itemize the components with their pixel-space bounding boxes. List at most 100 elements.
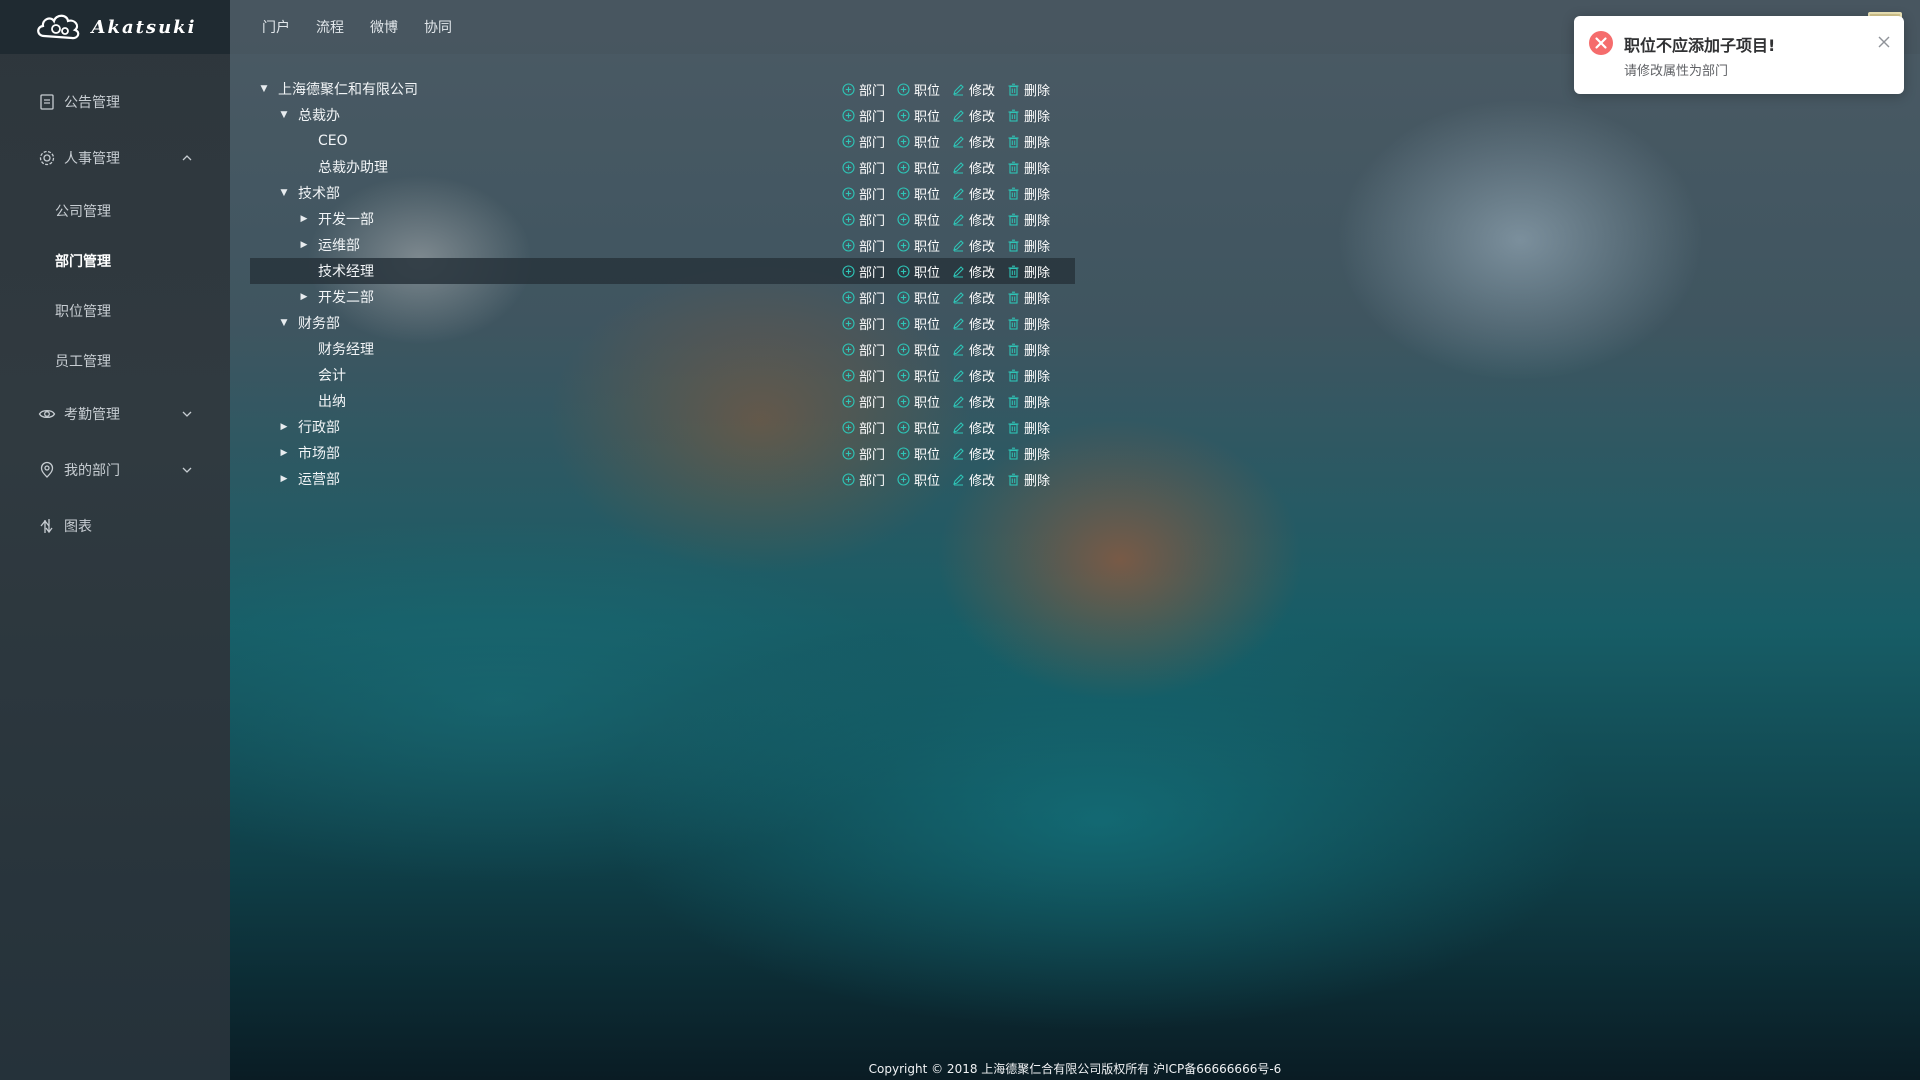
close-icon[interactable] <box>1878 36 1890 48</box>
sidebar-item-hr[interactable]: 人事管理 <box>0 130 230 186</box>
tree-node[interactable]: ▼ 财务部 部门 职位 修改 删除 <box>250 310 1075 336</box>
caret-right-icon[interactable]: ▶ <box>298 291 310 303</box>
add-position-button[interactable]: 职位 <box>897 184 940 203</box>
add-department-button[interactable]: 部门 <box>842 236 885 255</box>
edit-button[interactable]: 修改 <box>952 470 995 489</box>
add-position-button[interactable]: 职位 <box>897 392 940 411</box>
nav-collaboration[interactable]: 协同 <box>424 17 452 37</box>
add-position-button[interactable]: 职位 <box>897 314 940 333</box>
edit-button[interactable]: 修改 <box>952 210 995 229</box>
add-department-button[interactable]: 部门 <box>842 288 885 307</box>
add-position-button[interactable]: 职位 <box>897 132 940 151</box>
edit-button[interactable]: 修改 <box>952 158 995 177</box>
add-position-button[interactable]: 职位 <box>897 262 940 281</box>
add-department-button[interactable]: 部门 <box>842 366 885 385</box>
delete-button[interactable]: 删除 <box>1007 80 1050 99</box>
nav-workflow[interactable]: 流程 <box>316 17 344 37</box>
add-position-button[interactable]: 职位 <box>897 366 940 385</box>
delete-button[interactable]: 删除 <box>1007 340 1050 359</box>
tree-node[interactable]: ▶ 市场部 部门 职位 修改 删除 <box>250 440 1075 466</box>
add-department-button[interactable]: 部门 <box>842 184 885 203</box>
delete-button[interactable]: 删除 <box>1007 418 1050 437</box>
caret-right-icon[interactable]: ▶ <box>298 213 310 225</box>
sidebar-item-my-department[interactable]: 我的部门 <box>0 442 230 498</box>
sidebar-item-employee[interactable]: 员工管理 <box>0 336 230 386</box>
edit-button[interactable]: 修改 <box>952 184 995 203</box>
edit-button[interactable]: 修改 <box>952 418 995 437</box>
edit-button[interactable]: 修改 <box>952 340 995 359</box>
nav-weibo[interactable]: 微博 <box>370 17 398 37</box>
logo[interactable]: Akatsuki <box>0 0 230 54</box>
add-position-button[interactable]: 职位 <box>897 470 940 489</box>
tree-node[interactable]: ▼ 技术部 部门 职位 修改 删除 <box>250 180 1075 206</box>
caret-down-icon[interactable]: ▼ <box>258 83 270 95</box>
delete-button[interactable]: 删除 <box>1007 392 1050 411</box>
caret-right-icon[interactable]: ▶ <box>298 239 310 251</box>
add-position-button[interactable]: 职位 <box>897 210 940 229</box>
edit-button[interactable]: 修改 <box>952 314 995 333</box>
tree-node[interactable]: ▶总裁办助理部门职位修改删除 <box>250 154 1075 180</box>
sidebar-item-charts[interactable]: 图表 <box>0 498 230 554</box>
add-department-button[interactable]: 部门 <box>842 80 885 99</box>
edit-button[interactable]: 修改 <box>952 444 995 463</box>
sidebar-item-announcements[interactable]: 公告管理 <box>0 74 230 130</box>
edit-button[interactable]: 修改 <box>952 288 995 307</box>
tree-node[interactable]: ▶财务经理部门职位修改删除 <box>250 336 1075 362</box>
add-position-button[interactable]: 职位 <box>897 340 940 359</box>
delete-button[interactable]: 删除 <box>1007 106 1050 125</box>
tree-node[interactable]: ▶ 开发二部 部门 职位 修改 删除 <box>250 284 1075 310</box>
tree-node[interactable]: ▶ 运维部 部门 职位 修改 删除 <box>250 232 1075 258</box>
add-position-button[interactable]: 职位 <box>897 106 940 125</box>
delete-button[interactable]: 删除 <box>1007 158 1050 177</box>
add-position-button[interactable]: 职位 <box>897 236 940 255</box>
sidebar-item-position[interactable]: 职位管理 <box>0 286 230 336</box>
edit-button[interactable]: 修改 <box>952 132 995 151</box>
delete-button[interactable]: 删除 <box>1007 470 1050 489</box>
caret-right-icon[interactable]: ▶ <box>278 473 290 485</box>
add-department-button[interactable]: 部门 <box>842 106 885 125</box>
tree-node[interactable]: ▶ 运营部 部门 职位 修改 删除 <box>250 466 1075 492</box>
tree-node[interactable]: ▼ 总裁办 部门 职位 修改 删除 <box>250 102 1075 128</box>
edit-button[interactable]: 修改 <box>952 106 995 125</box>
edit-button[interactable]: 修改 <box>952 236 995 255</box>
nav-portal[interactable]: 门户 <box>262 17 290 37</box>
add-department-button[interactable]: 部门 <box>842 470 885 489</box>
sidebar-item-department[interactable]: 部门管理 <box>0 236 230 286</box>
caret-down-icon[interactable]: ▼ <box>278 109 290 121</box>
delete-button[interactable]: 删除 <box>1007 210 1050 229</box>
add-department-button[interactable]: 部门 <box>842 392 885 411</box>
edit-button[interactable]: 修改 <box>952 366 995 385</box>
delete-button[interactable]: 删除 <box>1007 184 1050 203</box>
edit-button[interactable]: 修改 <box>952 262 995 281</box>
edit-button[interactable]: 修改 <box>952 392 995 411</box>
tree-node[interactable]: ▶ 行政部 部门 职位 修改 删除 <box>250 414 1075 440</box>
caret-down-icon[interactable]: ▼ <box>278 187 290 199</box>
delete-button[interactable]: 删除 <box>1007 314 1050 333</box>
add-department-button[interactable]: 部门 <box>842 132 885 151</box>
tree-node[interactable]: ▶CEO部门职位修改删除 <box>250 128 1075 154</box>
add-department-button[interactable]: 部门 <box>842 444 885 463</box>
delete-button[interactable]: 删除 <box>1007 132 1050 151</box>
edit-button[interactable]: 修改 <box>952 80 995 99</box>
delete-button[interactable]: 删除 <box>1007 288 1050 307</box>
add-position-button[interactable]: 职位 <box>897 288 940 307</box>
tree-node[interactable]: ▶出纳部门职位修改删除 <box>250 388 1075 414</box>
delete-button[interactable]: 删除 <box>1007 366 1050 385</box>
sidebar-item-attendance[interactable]: 考勤管理 <box>0 386 230 442</box>
delete-button[interactable]: 删除 <box>1007 236 1050 255</box>
tree-node[interactable]: ▶ 开发一部 部门 职位 修改 删除 <box>250 206 1075 232</box>
sidebar-item-company[interactable]: 公司管理 <box>0 186 230 236</box>
add-department-button[interactable]: 部门 <box>842 418 885 437</box>
delete-button[interactable]: 删除 <box>1007 444 1050 463</box>
caret-down-icon[interactable]: ▼ <box>278 317 290 329</box>
delete-button[interactable]: 删除 <box>1007 262 1050 281</box>
add-position-button[interactable]: 职位 <box>897 444 940 463</box>
tree-node[interactable]: ▶会计部门职位修改删除 <box>250 362 1075 388</box>
add-position-button[interactable]: 职位 <box>897 418 940 437</box>
add-position-button[interactable]: 职位 <box>897 158 940 177</box>
add-department-button[interactable]: 部门 <box>842 314 885 333</box>
add-department-button[interactable]: 部门 <box>842 340 885 359</box>
add-department-button[interactable]: 部门 <box>842 210 885 229</box>
tree-node[interactable]: ▼ 上海德聚仁和有限公司 部门 职位 修改 删除 <box>250 76 1075 102</box>
caret-right-icon[interactable]: ▶ <box>278 421 290 433</box>
